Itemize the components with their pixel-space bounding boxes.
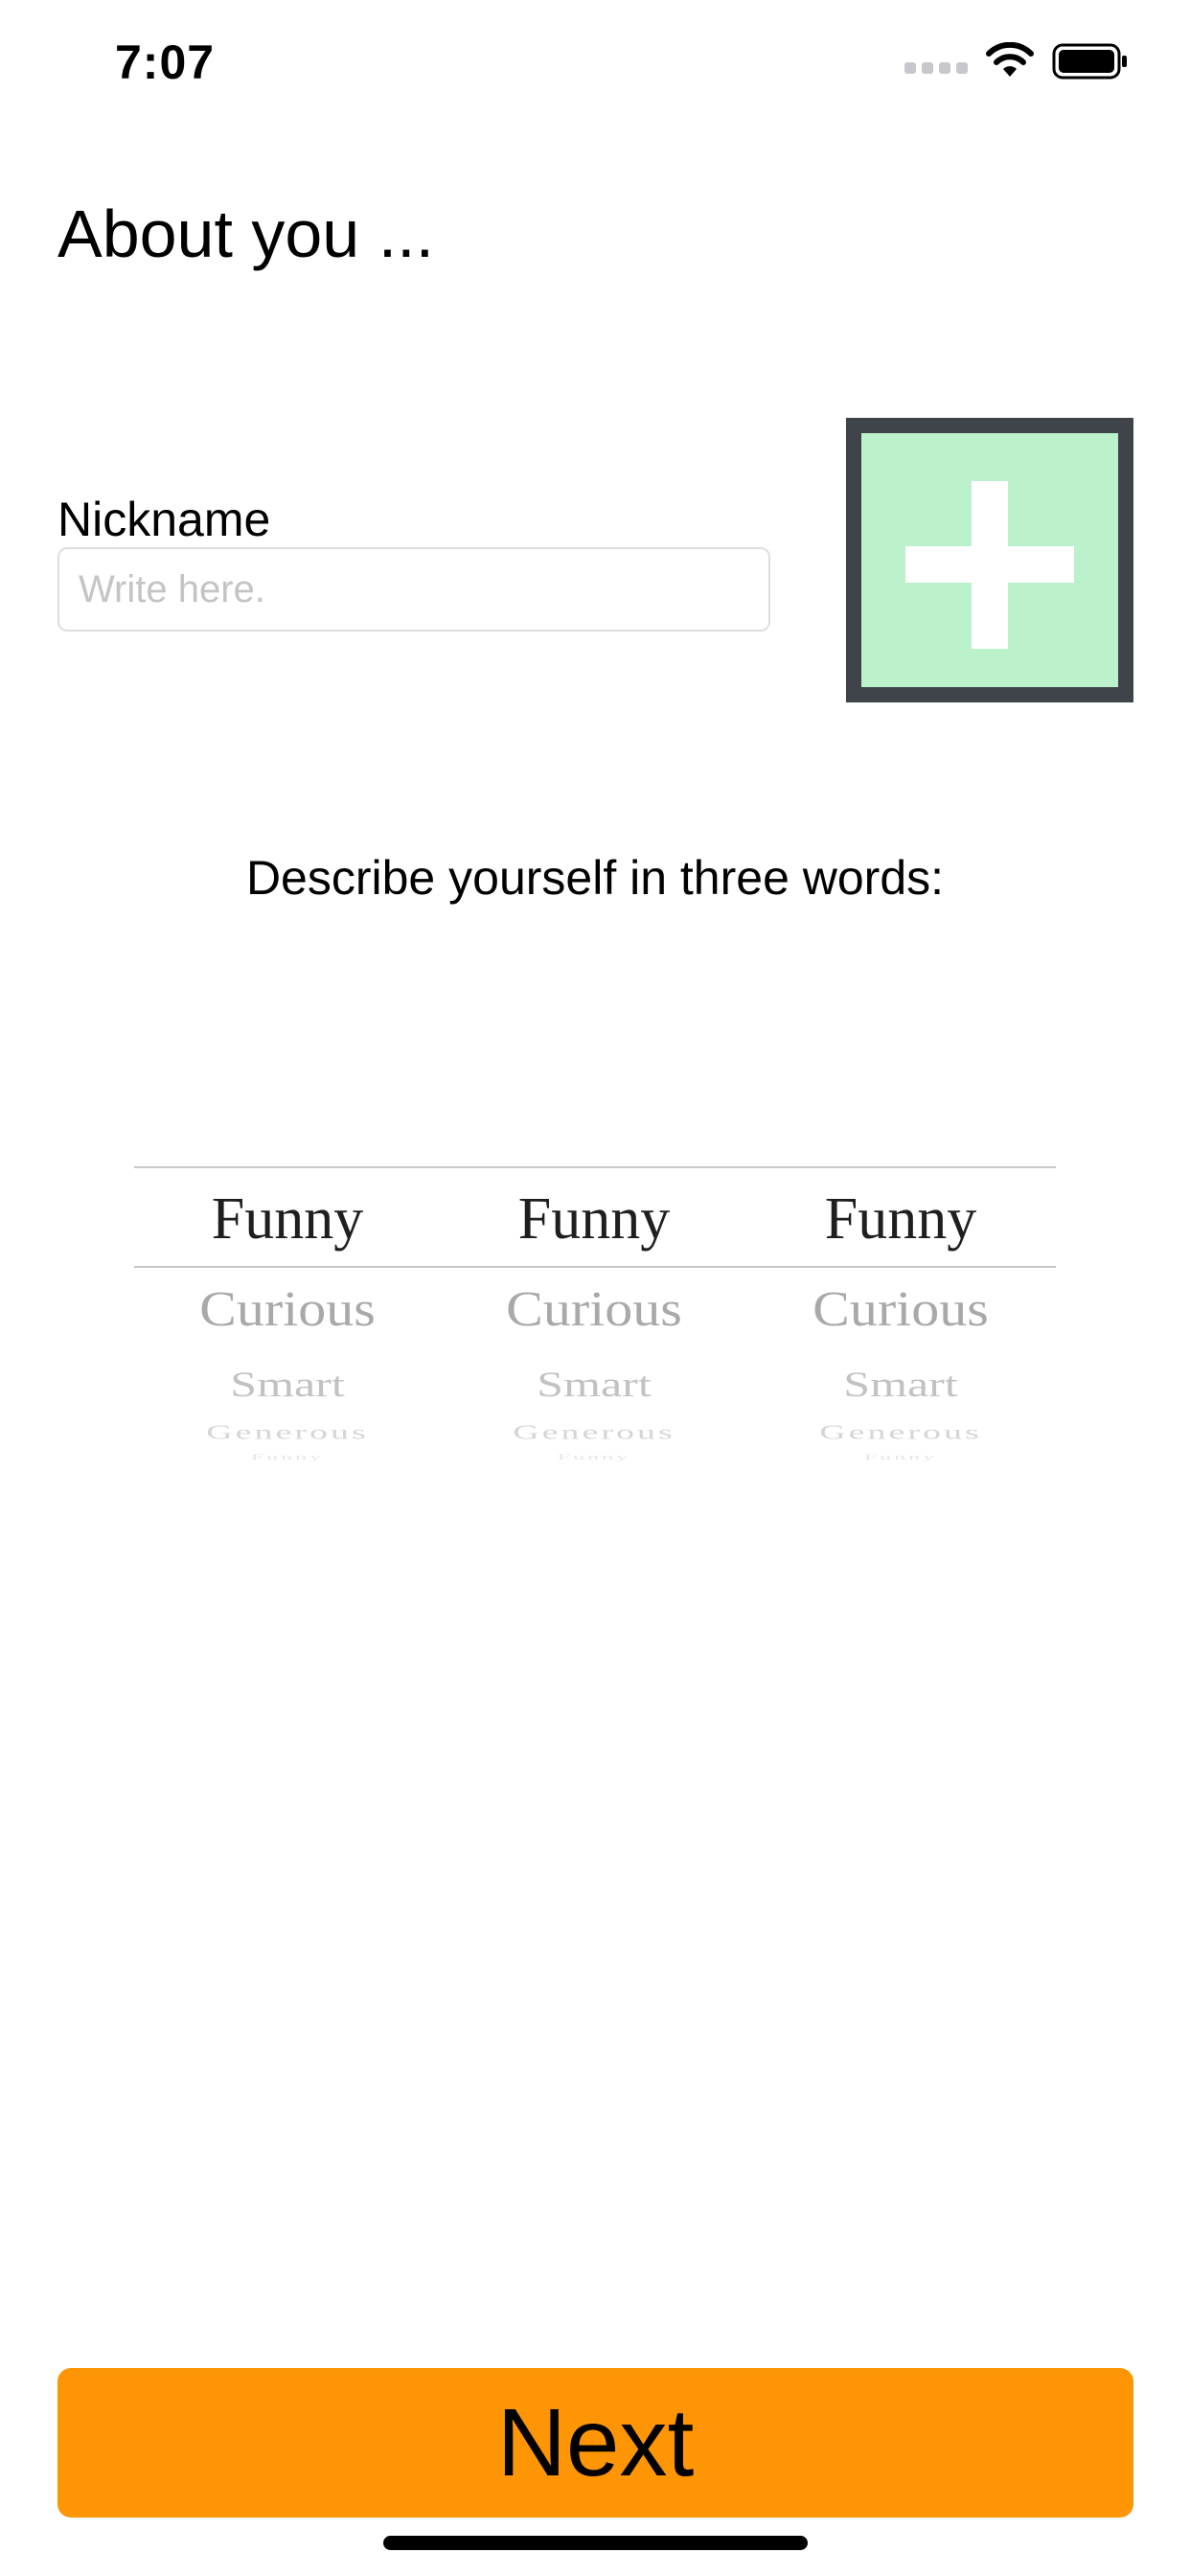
picker-option[interactable]: Smart [469,1363,719,1405]
picker-selected-word[interactable]: Funny [776,1185,1025,1254]
wifi-icon [986,42,1034,77]
picker-option[interactable]: Funny [469,1453,719,1461]
cellular-signal-icon [904,62,968,74]
picker-option[interactable]: Smart [163,1363,412,1405]
home-indicator[interactable] [383,2536,808,2550]
picker-option[interactable]: Funny [776,1453,1025,1461]
picker-option[interactable]: Smart [776,1363,1025,1405]
status-time: 7:07 [115,35,216,89]
picker-option[interactable]: Generous [469,1421,719,1444]
nickname-input[interactable] [57,547,770,632]
page-title: About you ... [57,196,435,271]
next-button[interactable]: Next [57,2368,1133,2518]
describe-prompt: Describe yourself in three words: [245,851,945,905]
add-photo-button[interactable] [846,418,1133,702]
picker-option[interactable]: Curious [163,1279,412,1337]
picker-option[interactable]: Curious [776,1279,1025,1337]
battery-icon [1052,43,1127,80]
word-picker[interactable]: Funny Curious Smart Generous Funny Funny… [134,1166,1056,1473]
picker-column-1[interactable]: Funny Curious Smart Generous Funny [163,1166,412,1473]
picker-selected-word[interactable]: Funny [469,1185,719,1254]
picker-column-2[interactable]: Funny Curious Smart Generous Funny [469,1166,719,1473]
nickname-label: Nickname [57,493,271,546]
picker-option[interactable]: Curious [469,1279,719,1337]
picker-option[interactable]: Funny [163,1453,412,1461]
status-icons [904,42,1129,80]
picker-option[interactable]: Generous [163,1421,412,1444]
plus-icon [905,481,1074,649]
picker-selected-word[interactable]: Funny [163,1185,412,1254]
picker-option[interactable]: Generous [776,1421,1025,1444]
picker-column-3[interactable]: Funny Curious Smart Generous Funny [776,1166,1025,1473]
